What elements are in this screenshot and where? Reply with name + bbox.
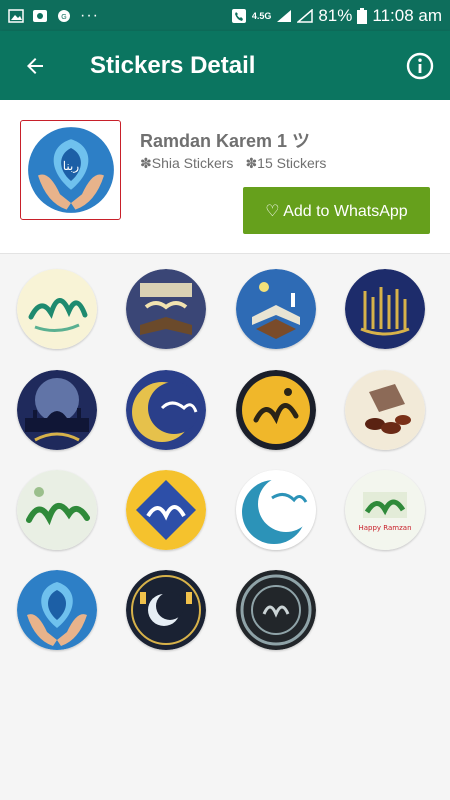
network-type: 4.5G xyxy=(251,10,272,21)
battery-icon xyxy=(357,7,368,24)
svg-text:ربنا: ربنا xyxy=(62,159,79,173)
signal-icon xyxy=(277,9,292,22)
happy-ramzan-text: Happy Ramzan xyxy=(358,524,411,532)
sticker-13[interactable] xyxy=(17,570,97,650)
add-to-whatsapp-label: ♡ Add to WhatsApp xyxy=(265,202,408,220)
sticker-5[interactable] xyxy=(17,370,97,450)
app-notification-icon: G xyxy=(58,9,70,22)
quran-sticker-icon xyxy=(126,269,206,349)
hands-prayer-sticker-icon xyxy=(17,570,97,650)
system-status: 4.5G 81% 11:08 am xyxy=(231,6,442,26)
pack-name: Ramdan Karem 1 ツ xyxy=(140,131,311,151)
page-title: Stickers Detail xyxy=(90,51,256,79)
call-icon xyxy=(231,8,246,23)
sticker-1[interactable] xyxy=(17,269,97,349)
blue-yellow-calligraphy-sticker-icon xyxy=(126,470,206,550)
sticker-3[interactable] xyxy=(236,269,316,349)
app-bar: Stickers Detail xyxy=(0,31,450,100)
sticker-10[interactable] xyxy=(126,470,206,550)
tray-icon: ربنا xyxy=(20,120,121,220)
gallery-notification-icon xyxy=(33,9,47,22)
image-notification-icon xyxy=(8,8,24,23)
sticker-14[interactable] xyxy=(126,570,206,650)
green-calligraphy-sticker-icon xyxy=(17,470,97,550)
add-to-whatsapp-button[interactable]: ♡ Add to WhatsApp xyxy=(243,187,430,234)
hands-prayer-icon: ربنا xyxy=(27,127,114,213)
clock: 11:08 am xyxy=(372,5,442,25)
info-icon xyxy=(406,52,434,79)
calligraphy-sticker-icon xyxy=(17,269,97,349)
happy-ramzan-sticker-icon: Happy Ramzan xyxy=(345,470,425,550)
arrow-back-icon xyxy=(27,57,43,74)
mosque-night-sticker-icon xyxy=(17,370,97,450)
sticker-11[interactable] xyxy=(236,470,316,550)
status-bar: G ··· 4.5G 81% 11:08 am xyxy=(0,0,450,31)
quran-stand-sticker-icon xyxy=(236,269,316,349)
signal-icon-2 xyxy=(297,8,314,23)
sticker-15[interactable] xyxy=(236,570,316,650)
teal-crescent-sticker-icon xyxy=(236,470,316,550)
ornate-medallion-sticker-icon xyxy=(236,570,316,650)
sticker-8[interactable] xyxy=(345,370,425,450)
sticker-12[interactable]: Happy Ramzan xyxy=(345,470,425,550)
sticker-7[interactable] xyxy=(236,370,316,450)
sticker-6[interactable] xyxy=(126,370,206,450)
gold-calligraphy-sticker-icon xyxy=(345,269,425,349)
back-button[interactable] xyxy=(0,31,70,100)
quran-dates-sticker-icon xyxy=(345,370,425,450)
sticker-9[interactable] xyxy=(17,470,97,550)
publisher-label: ✽Shia Stickers xyxy=(140,155,234,171)
more-notifications-icon: ··· xyxy=(80,6,99,24)
lanterns-crescent-sticker-icon xyxy=(126,570,206,650)
sticker-4[interactable] xyxy=(345,269,425,349)
notification-icons: G ··· xyxy=(8,7,99,25)
info-button[interactable] xyxy=(390,31,450,100)
sticker-2[interactable] xyxy=(126,269,206,349)
svg-text:G: G xyxy=(61,14,66,21)
gold-crescent-sticker-icon xyxy=(126,370,206,450)
sticker-count-label: ✽15 Stickers xyxy=(245,155,327,171)
calligraphy-sticker-icon xyxy=(236,370,316,450)
pack-meta: ✽Shia Stickers ✽15 Stickers xyxy=(140,155,326,172)
battery-percent: 81% xyxy=(318,5,353,25)
